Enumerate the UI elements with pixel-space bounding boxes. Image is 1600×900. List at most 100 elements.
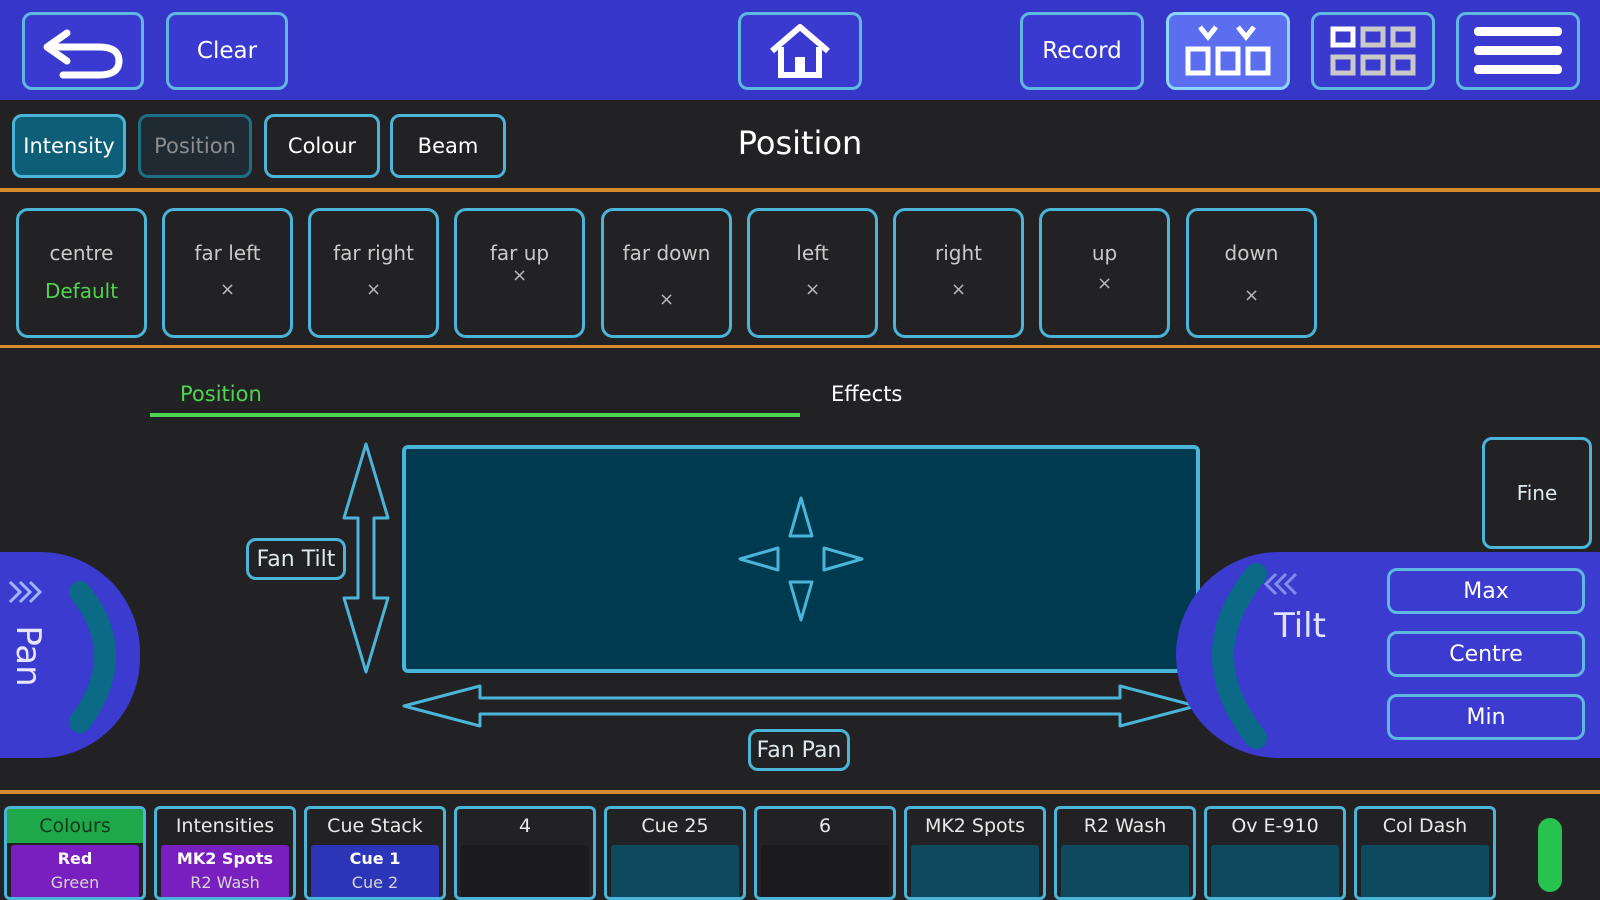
palette-value: × (1096, 273, 1113, 294)
subtab-underline (150, 413, 800, 417)
playback-1[interactable]: Colours Red Green (4, 806, 146, 900)
palette-left[interactable]: left × (747, 208, 878, 338)
playback-line-1: Red (57, 849, 93, 868)
playback-body (911, 845, 1039, 897)
chevron-left-icon (1263, 572, 1298, 596)
palette-far-right[interactable]: far right × (308, 208, 439, 338)
palette-value: × (950, 279, 967, 300)
back-button[interactable] (22, 12, 144, 90)
playback-title: 4 (518, 815, 532, 837)
playback-3[interactable]: Cue Stack Cue 1 Cue 2 (304, 806, 446, 900)
playback-body: Cue 1 Cue 2 (311, 845, 439, 897)
palette-far-up[interactable]: far up × (454, 208, 585, 338)
grid-view-button[interactable] (1311, 12, 1435, 90)
playback-5[interactable]: Cue 25 (604, 806, 746, 900)
playback-title: Cue Stack (327, 815, 423, 837)
fan-pan-arrow[interactable] (400, 682, 1200, 730)
playback-8[interactable]: R2 Wash (1054, 806, 1196, 900)
tilt-label: Tilt (1274, 606, 1326, 646)
subtab-effects[interactable]: Effects (831, 382, 902, 406)
fan-tilt-button[interactable]: Fan Tilt (246, 538, 346, 580)
palette-far-down[interactable]: far down × (601, 208, 732, 338)
palette-value: × (365, 279, 382, 300)
tab-intensity[interactable]: Intensity (12, 114, 126, 178)
playback-title: Ov E-910 (1231, 815, 1319, 837)
tilt-max-button[interactable]: Max (1387, 568, 1585, 614)
playback-6[interactable]: 6 (754, 806, 896, 900)
palette-value: × (511, 265, 528, 286)
playback-body (1061, 845, 1189, 897)
palette-label: far up (489, 241, 550, 265)
playback-7[interactable]: MK2 Spots (904, 806, 1046, 900)
palette-label: up (1091, 241, 1118, 265)
tilt-encoder-arc (1212, 563, 1298, 749)
playback-line-2: Cue 2 (351, 873, 399, 892)
tab-beam[interactable]: Beam (390, 114, 506, 178)
playback-2[interactable]: Intensities MK2 Spots R2 Wash (154, 806, 296, 900)
playback-body (611, 845, 739, 897)
clear-button[interactable]: Clear (166, 12, 288, 90)
divider (0, 188, 1600, 192)
playback-view-button[interactable] (1166, 12, 1290, 90)
playback-title: Cue 25 (641, 815, 709, 837)
playback-title: MK2 Spots (924, 815, 1026, 837)
playback-body: Red Green (11, 845, 139, 897)
palette-down[interactable]: down × (1186, 208, 1317, 338)
chevron-right-icon (8, 580, 43, 604)
palette-value: × (219, 279, 236, 300)
palette-far-left[interactable]: far left × (162, 208, 293, 338)
palette-value: × (658, 289, 675, 310)
playback-page-indicator[interactable] (1538, 818, 1562, 892)
playback-body (761, 845, 889, 897)
pan-label: Pan (8, 625, 48, 687)
grid-icon (1330, 26, 1416, 76)
playback-title: Col Dash (1382, 815, 1468, 837)
record-button[interactable]: Record (1020, 12, 1144, 90)
playback-body (1361, 845, 1489, 897)
fan-pan-button[interactable]: Fan Pan (748, 729, 850, 771)
palette-label: left (796, 241, 829, 265)
hamburger-icon (1474, 27, 1562, 74)
palette-label: far right (333, 241, 414, 265)
playback-line-2: Green (50, 873, 100, 892)
playback-title: 6 (818, 815, 832, 837)
divider (0, 345, 1600, 348)
palette-centre[interactable]: centre Default (16, 208, 147, 338)
playback-10[interactable]: Col Dash (1354, 806, 1496, 900)
palette-label: right (935, 241, 982, 265)
palette-label: far left (194, 241, 261, 265)
palette-right[interactable]: right × (893, 208, 1024, 338)
undo-icon (43, 29, 123, 79)
tab-colour[interactable]: Colour (264, 114, 380, 178)
palette-up[interactable]: up × (1039, 208, 1170, 338)
divider (0, 790, 1600, 794)
palette-label: centre (49, 241, 114, 265)
playback-line-1: Cue 1 (349, 849, 401, 868)
palette-value: × (804, 279, 821, 300)
playback-body: MK2 Spots R2 Wash (161, 845, 289, 897)
home-icon (770, 24, 830, 78)
playback-line-1: MK2 Spots (176, 849, 274, 868)
home-button[interactable] (738, 12, 862, 90)
tilt-min-button[interactable]: Min (1387, 694, 1585, 740)
fan-tilt-arrow[interactable] (340, 440, 392, 676)
playback-body (461, 845, 589, 897)
tab-position[interactable]: Position (138, 114, 252, 178)
fine-button[interactable]: Fine (1482, 437, 1592, 549)
playback-9[interactable]: Ov E-910 (1204, 806, 1346, 900)
palette-label: down (1224, 241, 1279, 265)
page-title: Position (737, 124, 863, 162)
playback-title: Colours (7, 809, 143, 843)
playbacks-icon (1185, 25, 1271, 76)
playback-title: R2 Wash (1083, 815, 1167, 837)
palette-value: × (1243, 285, 1260, 306)
playback-4[interactable]: 4 (454, 806, 596, 900)
tilt-centre-button[interactable]: Centre (1387, 631, 1585, 677)
crosshair-icon (738, 496, 864, 622)
menu-button[interactable] (1456, 12, 1580, 90)
playback-line-2: R2 Wash (190, 873, 260, 892)
playback-body (1211, 845, 1339, 897)
palette-label: far down (622, 241, 711, 265)
subtab-position[interactable]: Position (180, 382, 262, 406)
palette-value: Default (44, 279, 119, 303)
